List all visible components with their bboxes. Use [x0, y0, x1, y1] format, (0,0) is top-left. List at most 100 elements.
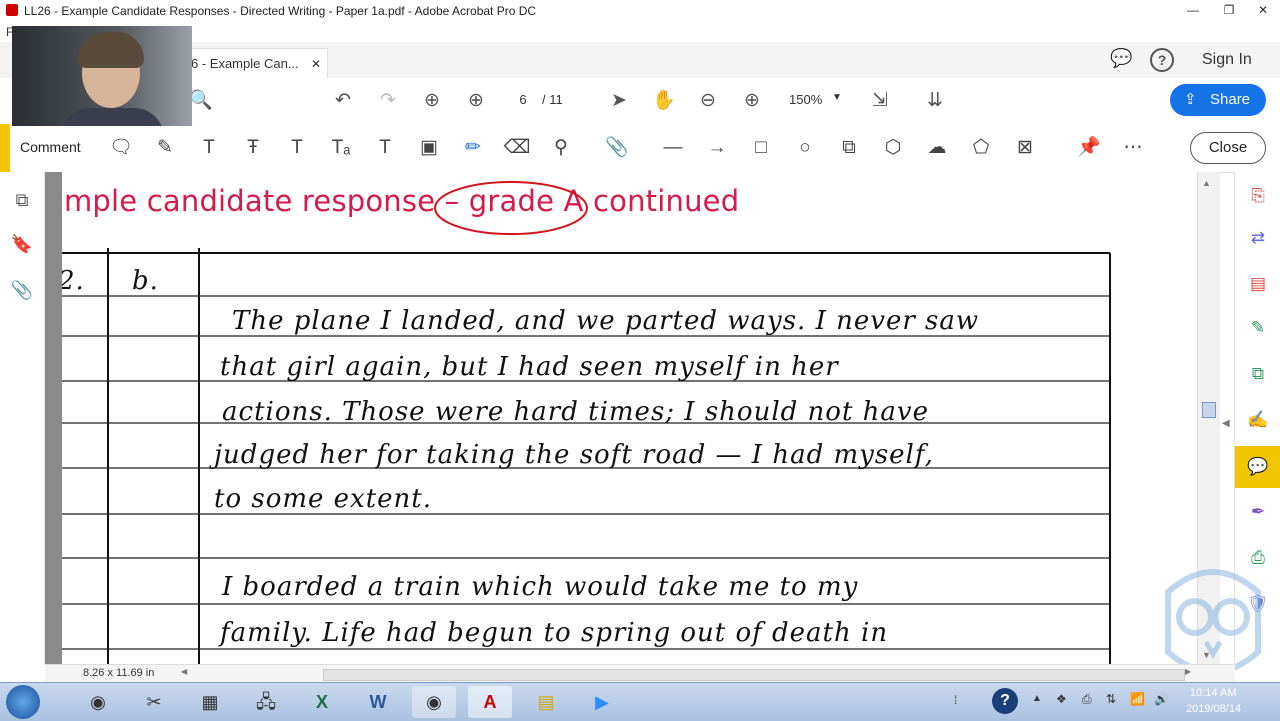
- redo-icon[interactable]: ↷: [373, 86, 403, 116]
- word-taskbar-icon[interactable]: W: [356, 686, 400, 718]
- edit-pdf-icon[interactable]: ✎: [1244, 314, 1272, 342]
- zoom-taskbar-icon[interactable]: ▶: [580, 686, 624, 718]
- scroll-left-icon[interactable]: ◀: [181, 667, 187, 676]
- scroll-right-icon[interactable]: ▶: [1185, 667, 1191, 676]
- document-viewport[interactable]: ample candidate response – grade A conti…: [45, 172, 1197, 664]
- help-tray-icon[interactable]: ?: [992, 688, 1018, 714]
- chrome-window-taskbar-icon[interactable]: ◉: [412, 686, 456, 718]
- question-number: 2.: [62, 266, 85, 296]
- callout-icon[interactable]: ⧉: [834, 133, 864, 163]
- pdf-page: ample candidate response – grade A conti…: [62, 172, 1197, 664]
- dropbox-tray-icon[interactable]: ❖: [1056, 692, 1067, 706]
- network-taskbar-icon[interactable]: 🖧: [244, 686, 288, 718]
- attach-file-icon[interactable]: 📎: [602, 133, 632, 163]
- replace-text-icon[interactable]: T: [282, 133, 312, 163]
- add-text-icon[interactable]: T: [370, 133, 400, 163]
- line-icon[interactable]: —: [658, 133, 688, 163]
- polyline-icon[interactable]: ⬠: [966, 133, 996, 163]
- comment-tool-active[interactable]: 💬: [1235, 446, 1280, 488]
- pin-icon[interactable]: 📌: [1074, 133, 1104, 163]
- document-tab[interactable]: 6 - Example Can... ✕: [190, 48, 328, 79]
- underline-text-icon[interactable]: T: [194, 133, 224, 163]
- clock-time[interactable]: 10:14 AM: [1190, 687, 1236, 699]
- collapse-right-panel-icon[interactable]: ◀: [1222, 418, 1230, 429]
- undo-icon[interactable]: ↶: [328, 86, 358, 116]
- insert-text-icon[interactable]: Tₐ: [326, 133, 356, 163]
- hand-tool-icon[interactable]: ✋: [649, 86, 679, 116]
- select-tool-icon[interactable]: ➤: [604, 86, 634, 116]
- page-up-icon[interactable]: ⊕: [417, 86, 447, 116]
- page-thumbnails-icon[interactable]: ⧉: [8, 186, 36, 214]
- stamp-icon[interactable]: ⚲: [546, 133, 576, 163]
- chat-icon[interactable]: 💬: [1110, 48, 1132, 69]
- signature-icon[interactable]: ✒: [1244, 498, 1272, 526]
- zoom-out-icon[interactable]: ⊖: [693, 86, 723, 116]
- organize-pages-icon[interactable]: ▤: [1244, 270, 1272, 298]
- cloud-icon[interactable]: ☁: [922, 133, 952, 163]
- page-down-icon[interactable]: ⊕: [461, 86, 491, 116]
- calculator-taskbar-icon[interactable]: ▦: [188, 686, 232, 718]
- clock-date[interactable]: 2019/08/14: [1186, 703, 1241, 715]
- owl-watermark-logo: [1165, 569, 1261, 675]
- scroll-up-icon[interactable]: ▲: [1202, 178, 1211, 188]
- highlight-icon[interactable]: ✎: [150, 133, 180, 163]
- polygon-icon[interactable]: ⬡: [878, 133, 908, 163]
- horizontal-scrollbar[interactable]: [323, 669, 1185, 681]
- volume-tray-icon[interactable]: 🔊: [1154, 692, 1169, 706]
- text-box-icon[interactable]: ▣: [414, 133, 444, 163]
- zoom-in-icon[interactable]: ⊕: [737, 86, 767, 116]
- tab-close-icon[interactable]: ✕: [311, 49, 321, 79]
- acrobat-app-icon: [6, 4, 18, 16]
- rectangle-icon[interactable]: □: [746, 133, 776, 163]
- strikethrough-icon[interactable]: Ŧ: [238, 133, 268, 163]
- eraser-icon[interactable]: ⌫: [502, 133, 532, 163]
- file-explorer-taskbar-icon[interactable]: ▤: [524, 686, 568, 718]
- left-navigation-rail: ⧉ 🔖 📎 ◀: [0, 172, 58, 664]
- zoom-dropdown-chevron-icon[interactable]: ▼: [832, 92, 842, 103]
- bookmark-icon[interactable]: 🔖: [8, 230, 36, 258]
- page-total: / 11: [542, 92, 563, 107]
- share-button[interactable]: ⇪ Share: [1170, 84, 1266, 116]
- share-icon: ⇪: [1184, 91, 1197, 108]
- help-icon[interactable]: ?: [1150, 48, 1174, 72]
- status-bar: 8.26 x 11.69 in ◀ ▶: [45, 664, 1235, 683]
- tray-handle-icon[interactable]: ⁞: [954, 693, 957, 707]
- more-options-icon[interactable]: ⋯: [1118, 133, 1148, 163]
- handwriting-line: The plane I landed, and we parted ways. …: [232, 306, 980, 336]
- sign-in-link[interactable]: Sign In: [1202, 51, 1252, 69]
- page-number-input[interactable]: 6: [508, 92, 538, 107]
- start-button[interactable]: [6, 685, 40, 719]
- handwriting-line: that girl again, but I had seen myself i…: [220, 352, 839, 382]
- create-pdf-icon[interactable]: ⎘: [1244, 182, 1272, 210]
- close-window-button[interactable]: ✕: [1250, 0, 1276, 20]
- snipping-tool-taskbar-icon[interactable]: ✂: [132, 686, 176, 718]
- pencil-icon[interactable]: ✏: [458, 133, 488, 163]
- scroll-mode-icon[interactable]: ⇊: [920, 86, 950, 116]
- maximize-button[interactable]: ❐: [1216, 0, 1242, 20]
- attachments-icon[interactable]: 📎: [8, 276, 36, 304]
- minimize-button[interactable]: —: [1180, 0, 1206, 20]
- device-tray-icon[interactable]: ⎙: [1082, 692, 1092, 707]
- fill-sign-icon[interactable]: ✍: [1244, 406, 1272, 434]
- scroll-thumb[interactable]: [1202, 402, 1216, 418]
- close-comment-button[interactable]: Close: [1190, 132, 1266, 164]
- network-tray-icon[interactable]: 📶: [1130, 692, 1145, 706]
- excel-taskbar-icon[interactable]: X: [300, 686, 344, 718]
- acrobat-taskbar-icon[interactable]: A: [468, 686, 512, 718]
- sync-tray-icon[interactable]: ⇅: [1106, 692, 1116, 706]
- export-pdf-icon[interactable]: ⇄: [1244, 224, 1272, 252]
- chrome-taskbar-icon[interactable]: ◉: [76, 686, 120, 718]
- comment-accent-bar: [0, 124, 10, 172]
- oval-icon[interactable]: ○: [790, 133, 820, 163]
- zoom-level[interactable]: 150%: [789, 92, 822, 107]
- fit-page-icon[interactable]: ⇲: [865, 86, 895, 116]
- show-hidden-icons[interactable]: ▲: [1032, 693, 1042, 704]
- question-letter: b.: [132, 266, 159, 296]
- combine-files-icon[interactable]: ⧉: [1244, 360, 1272, 388]
- main-toolbar: 🔍 ↶ ↷ ⊕ ⊕ 6 / 11 ➤ ✋ ⊖ ⊕ 150% ▼ ⇲ ⇊ ⇪ Sh…: [0, 78, 1280, 125]
- arrow-icon[interactable]: →: [702, 133, 732, 163]
- comment-toolbar: Comment 🗨 ✎ T Ŧ T Tₐ T ▣ ✏ ⌫ ⚲ 📎 — → □ ○…: [0, 124, 1280, 173]
- grade-circle-annotation: [434, 181, 588, 235]
- connected-lines-icon[interactable]: ⊠: [1010, 133, 1040, 163]
- sticky-note-icon[interactable]: 🗨: [106, 133, 136, 163]
